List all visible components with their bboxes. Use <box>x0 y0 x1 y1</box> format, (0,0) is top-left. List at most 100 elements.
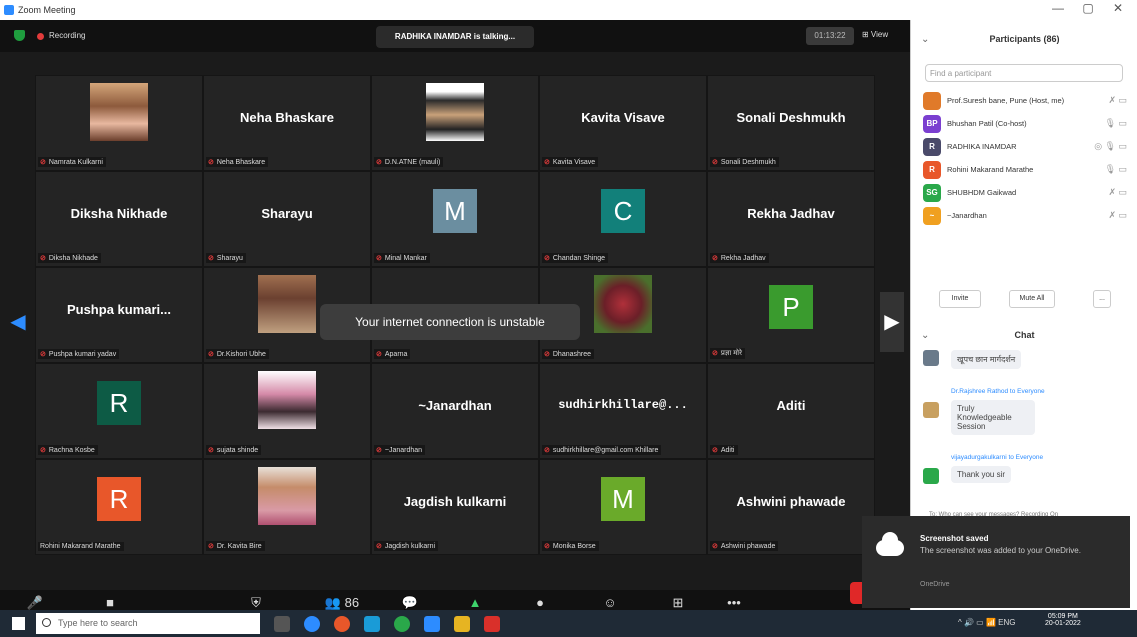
notification-title: Screenshot saved <box>920 534 989 543</box>
video-tile[interactable]: ⊘ Dr. Kavita Bire <box>203 459 371 555</box>
participant-status-icons[interactable]: ✗ ▭ <box>1108 95 1127 106</box>
next-page-arrow-icon[interactable]: ▶ <box>880 292 904 352</box>
participant-avatar: R <box>97 381 141 425</box>
whatsapp-icon[interactable] <box>394 616 410 632</box>
muted-mic-icon: ⊘ <box>712 350 718 357</box>
system-tray[interactable]: ^ 🔊 ▭ 📶 ENG <box>958 618 1015 627</box>
chat-avatar <box>923 350 939 366</box>
video-tile[interactable]: ~Janardhan ⊘ ~Janardhan <box>371 363 539 459</box>
video-tile[interactable]: Rekha Jadhav ⊘ Rekha Jadhav <box>707 171 875 267</box>
participant-label-text: Neha Bhaskare <box>216 159 266 166</box>
participant-label-text: प्रज्ञा मोरे <box>720 350 742 357</box>
minimize-button[interactable]: — <box>1048 1 1068 15</box>
video-tile[interactable]: Jagdish kulkarni ⊘ Jagdish kulkarni <box>371 459 539 555</box>
participant-label-text: Aparna <box>384 351 408 358</box>
participant-label-text: Chandan Shinge <box>552 255 606 262</box>
participant-label-text: Jagdish kulkarni <box>384 543 436 550</box>
participant-display-name: Rekha Jadhav <box>747 206 835 221</box>
participant-row[interactable]: R RADHIKA INAMDAR ◎ 🎙 ▭ <box>921 136 1133 159</box>
participant-status-icons[interactable]: ◎ 🎙 ▭ <box>1094 141 1127 152</box>
firefox-icon[interactable] <box>334 616 350 632</box>
video-tile[interactable]: ⊘ sujata shinde <box>203 363 371 459</box>
video-tile[interactable]: ⊘ D.N.ATNE (mauli) <box>371 75 539 171</box>
video-tile[interactable]: Sharayu ⊘ Sharayu <box>203 171 371 267</box>
video-tile[interactable]: Diksha Nikhade ⊘ Diksha Nikhade <box>35 171 203 267</box>
participant-list-avatar <box>923 92 941 110</box>
participant-name-label: ⊘ Rachna Kosbe <box>38 445 98 455</box>
previous-page-arrow-icon[interactable]: ◀ <box>6 292 30 352</box>
participant-status-icons[interactable]: ✗ ▭ <box>1108 187 1127 198</box>
chrome-icon[interactable] <box>364 616 380 632</box>
pdf-reader-icon[interactable] <box>484 616 500 632</box>
video-tile[interactable]: Pushpa kumari... ⊘ Pushpa kumari yadav <box>35 267 203 363</box>
taskbar-clock[interactable]: 05:09 PM 20-01-2022 <box>1045 613 1081 627</box>
participant-search-input[interactable]: Find a participant <box>925 64 1123 82</box>
file-explorer-icon[interactable] <box>454 616 470 632</box>
participant-label-text: Minal Mankar <box>384 255 427 262</box>
participant-name-label: ⊘ Ashwini phawade <box>710 541 779 551</box>
more-options-button[interactable]: ... <box>1093 290 1111 308</box>
participant-label-text: ~Janardhan <box>384 447 423 454</box>
invite-button[interactable]: Invite <box>939 290 981 308</box>
video-tile[interactable]: Kavita Visave ⊘ Kavita Visave <box>539 75 707 171</box>
connection-warning-toast: Your internet connection is unstable <box>320 304 580 340</box>
participant-name-label: ⊘ Rekha Jadhav <box>710 253 769 263</box>
mute-all-button[interactable]: Mute All <box>1009 290 1055 308</box>
video-tile[interactable]: Sonali Deshmukh ⊘ Sonali Deshmukh <box>707 75 875 171</box>
participant-label-text: D.N.ATNE (mauli) <box>384 159 441 166</box>
muted-mic-icon: ⊘ <box>376 447 382 454</box>
windows-taskbar: Type here to search ^ 🔊 ▭ 📶 ENG 05:09 PM… <box>0 610 1137 637</box>
edge-browser-icon[interactable] <box>304 616 320 632</box>
search-icon <box>42 618 51 627</box>
video-tile[interactable]: Aditi ⊘ Aditi <box>707 363 875 459</box>
video-tile[interactable]: R Rohini Makarand Marathe <box>35 459 203 555</box>
participant-name-label: ⊘ Dr.Kishori Ubhe <box>206 349 269 359</box>
chat-text: Truly Knowledgeable Session <box>951 400 1035 435</box>
window-title: Zoom Meeting <box>18 5 76 15</box>
chat-message: खूपच छान मार्गदर्शन <box>921 350 1131 380</box>
participant-display-name: Sharayu <box>261 206 313 221</box>
close-button[interactable]: ✕ <box>1108 1 1128 15</box>
muted-mic-icon: ⊘ <box>712 447 718 454</box>
video-tile[interactable]: M ⊘ Minal Mankar <box>371 171 539 267</box>
screenshot-notification[interactable]: Screenshot saved The screenshot was adde… <box>862 516 1130 608</box>
participant-status-icons[interactable]: ✗ ▭ <box>1108 210 1127 221</box>
taskbar-search-input[interactable]: Type here to search <box>36 613 260 634</box>
participant-display-name: Neha Bhaskare <box>240 110 334 125</box>
participant-label-text: sujata shinde <box>216 447 259 454</box>
participant-name-label: ⊘ Pushpa kumari yadav <box>38 349 120 359</box>
video-tile[interactable]: sudhirkhillare@... ⊘ sudhirkhillare@gmail.… <box>539 363 707 459</box>
maximize-button[interactable]: ▢ <box>1078 1 1098 15</box>
participant-label-text: Namrata Kulkarni <box>48 159 103 166</box>
chat-message: vijayadurgakulkarni to Everyone Thank yo… <box>921 454 1131 494</box>
participant-label-text: Sharayu <box>216 255 243 262</box>
windows-start-icon[interactable] <box>12 617 25 630</box>
participant-name-label: ⊘ Neha Bhaskare <box>206 157 269 167</box>
participant-name-label: ⊘ Namrata Kulkarni <box>38 157 106 167</box>
video-tile[interactable]: Neha Bhaskare ⊘ Neha Bhaskare <box>203 75 371 171</box>
participant-status-icons[interactable]: 🎙 ▭ <box>1105 164 1127 175</box>
task-view-icon[interactable] <box>274 616 290 632</box>
language-indicator[interactable]: ENG <box>998 618 1015 627</box>
muted-mic-icon: ⊘ <box>544 543 550 550</box>
participant-row[interactable]: Prof.Suresh bane, Pune (Host, me) ✗ ▭ <box>921 90 1133 113</box>
participant-label-text: Monika Borse <box>552 543 596 550</box>
security-shield-icon[interactable] <box>14 30 25 41</box>
video-tile[interactable]: C ⊘ Chandan Shinge <box>539 171 707 267</box>
video-tile[interactable]: ⊘ Namrata Kulkarni <box>35 75 203 171</box>
participant-row[interactable]: ~ ~Janardhan ✗ ▭ <box>921 205 1133 228</box>
zoom-taskbar-icon[interactable] <box>424 616 440 632</box>
video-tile[interactable]: M ⊘ Monika Borse <box>539 459 707 555</box>
participant-display-name: sudhirkhillare@... <box>558 398 688 412</box>
video-tile[interactable]: P ⊘ प्रज्ञा मोरे <box>707 267 875 363</box>
video-tile[interactable]: Ashwini phawade ⊘ Ashwini phawade <box>707 459 875 555</box>
participant-row[interactable]: BP Bhushan Patil (Co-host) 🎙 ▭ <box>921 113 1133 136</box>
meeting-timer: 01:13:22 <box>806 27 854 45</box>
participant-status-icons[interactable]: 🎙 ▭ <box>1105 118 1127 129</box>
participant-name-label: ⊘ Aparna <box>374 349 411 359</box>
video-tile[interactable]: R ⊘ Rachna Kosbe <box>35 363 203 459</box>
view-button[interactable]: ⊞ View <box>862 30 888 39</box>
participant-row[interactable]: SG SHUBHDM Gaikwad ✗ ▭ <box>921 182 1133 205</box>
zoom-app-icon <box>4 5 14 15</box>
participant-row[interactable]: R Rohini Makarand Marathe 🎙 ▭ <box>921 159 1133 182</box>
